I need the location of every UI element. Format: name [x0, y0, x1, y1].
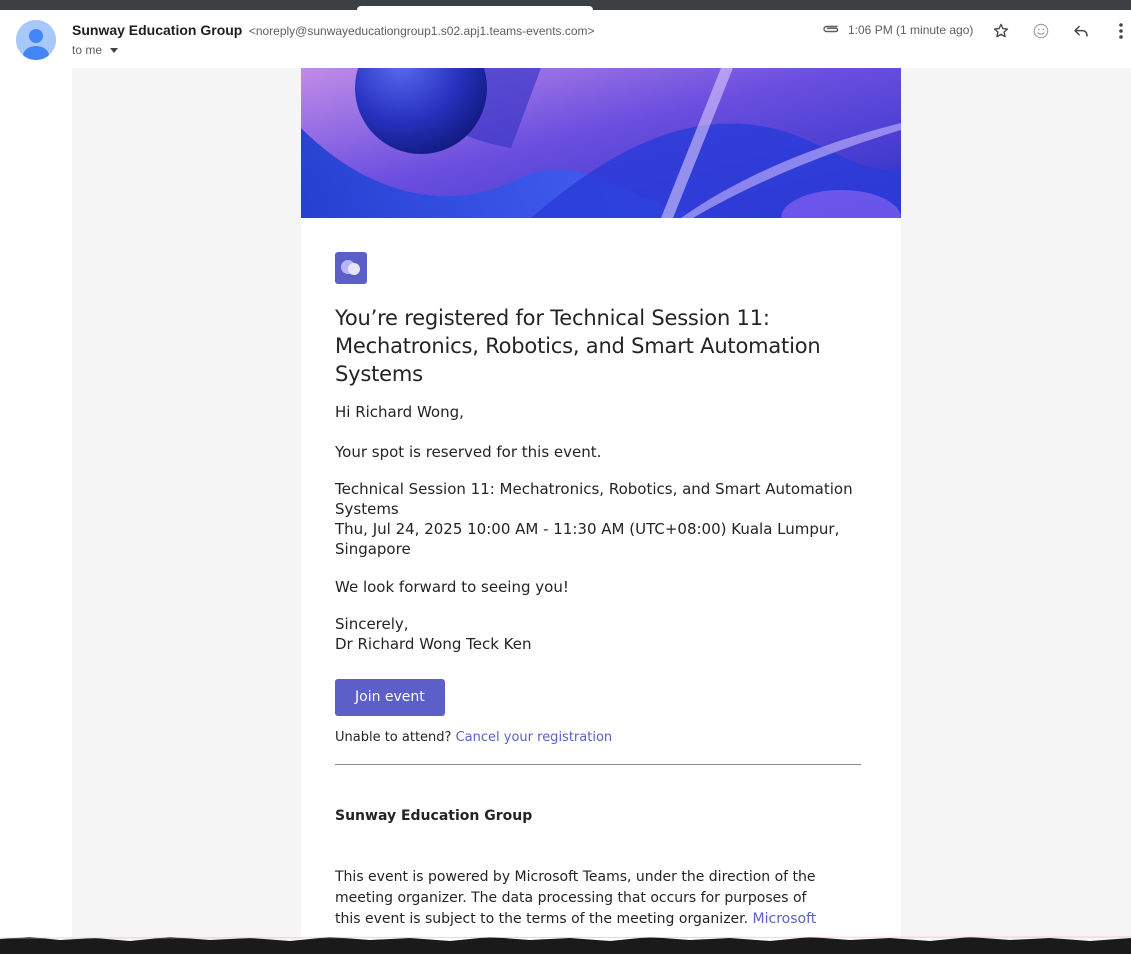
emoji-icon[interactable]: [1030, 20, 1052, 42]
unable-text: Unable to attend?: [335, 730, 452, 745]
sincerely-text: Sincerely,: [335, 615, 409, 633]
star-icon[interactable]: [990, 20, 1012, 42]
sender-line: Sunway Education Group <noreply@sunwayed…: [72, 22, 595, 40]
spot-reserved-text: Your spot is reserved for this event.: [335, 443, 602, 461]
join-event-button[interactable]: Join event: [335, 679, 445, 716]
email-header: Sunway Education Group <noreply@sunwayed…: [0, 10, 1131, 68]
signature: Sincerely, Dr Richard Wong Teck Ken: [335, 614, 861, 654]
caret-down-icon: [110, 47, 119, 53]
email-card: You’re registered for Technical Session …: [301, 68, 901, 940]
more-vert-icon[interactable]: [1110, 20, 1131, 42]
browser-top-strip: [0, 0, 1131, 12]
recipient-details-toggle[interactable]: to me: [72, 43, 119, 57]
footer-text-block: This event is powered by Microsoft Teams…: [335, 867, 825, 930]
hero-banner-image: [301, 68, 901, 218]
greeting-text: Hi Richard Wong,: [335, 403, 464, 421]
sender-email: <noreply@sunwayeducationgroup1.s02.apj1.…: [248, 24, 595, 38]
to-label: to me: [72, 43, 103, 57]
organizer-name: Sunway Education Group: [335, 808, 533, 824]
email-content: You’re registered for Technical Session …: [335, 252, 861, 930]
divider: [335, 764, 861, 765]
signer-name: Dr Richard Wong Teck Ken: [335, 635, 532, 653]
footer-text: This event is powered by Microsoft Teams…: [335, 869, 816, 927]
event-time: Thu, Jul 24, 2025 10:00 AM - 11:30 AM (U…: [335, 520, 840, 558]
event-name: Technical Session 11: Mechatronics, Robo…: [335, 480, 853, 518]
received-time: 1:06 PM (1 minute ago): [848, 23, 974, 37]
sender-avatar[interactable]: [16, 20, 56, 60]
unable-to-attend-line: Unable to attend? Cancel your registrati…: [335, 730, 861, 745]
reply-icon[interactable]: [1070, 20, 1092, 42]
look-forward-text: We look forward to seeing you!: [335, 578, 569, 596]
torn-edge-decoration: [0, 936, 1131, 954]
attachment-icon: [822, 22, 840, 40]
email-title: You’re registered for Technical Session …: [335, 306, 821, 386]
event-details: Technical Session 11: Mechatronics, Robo…: [335, 479, 861, 559]
microsoft-link[interactable]: Microsoft: [753, 911, 817, 927]
teams-logo-icon: [335, 252, 367, 284]
sender-name[interactable]: Sunway Education Group: [72, 22, 242, 38]
cancel-registration-link[interactable]: Cancel your registration: [456, 730, 613, 745]
